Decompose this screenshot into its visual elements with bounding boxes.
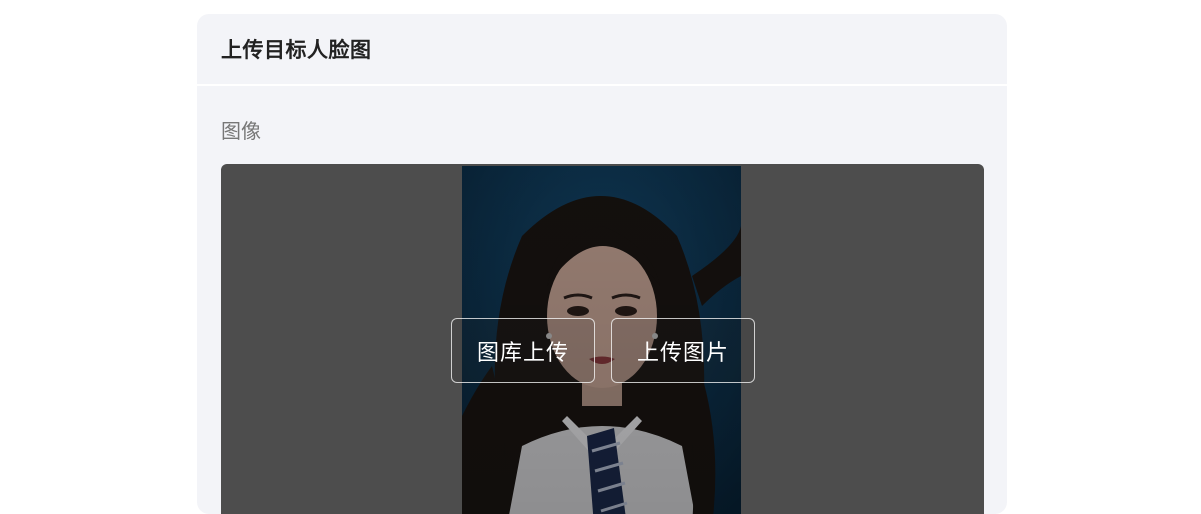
upload-face-card: 上传目标人脸图 图像 图库上传 上传图片 — [197, 14, 1007, 514]
image-upload-area[interactable]: 图库上传 上传图片 — [221, 164, 984, 514]
card-header: 上传目标人脸图 — [197, 14, 1007, 86]
card-title: 上传目标人脸图 — [221, 38, 372, 62]
upload-image-button[interactable]: 上传图片 — [611, 318, 755, 383]
image-field-label: 图像 — [221, 119, 261, 143]
gallery-upload-button[interactable]: 图库上传 — [451, 318, 595, 383]
